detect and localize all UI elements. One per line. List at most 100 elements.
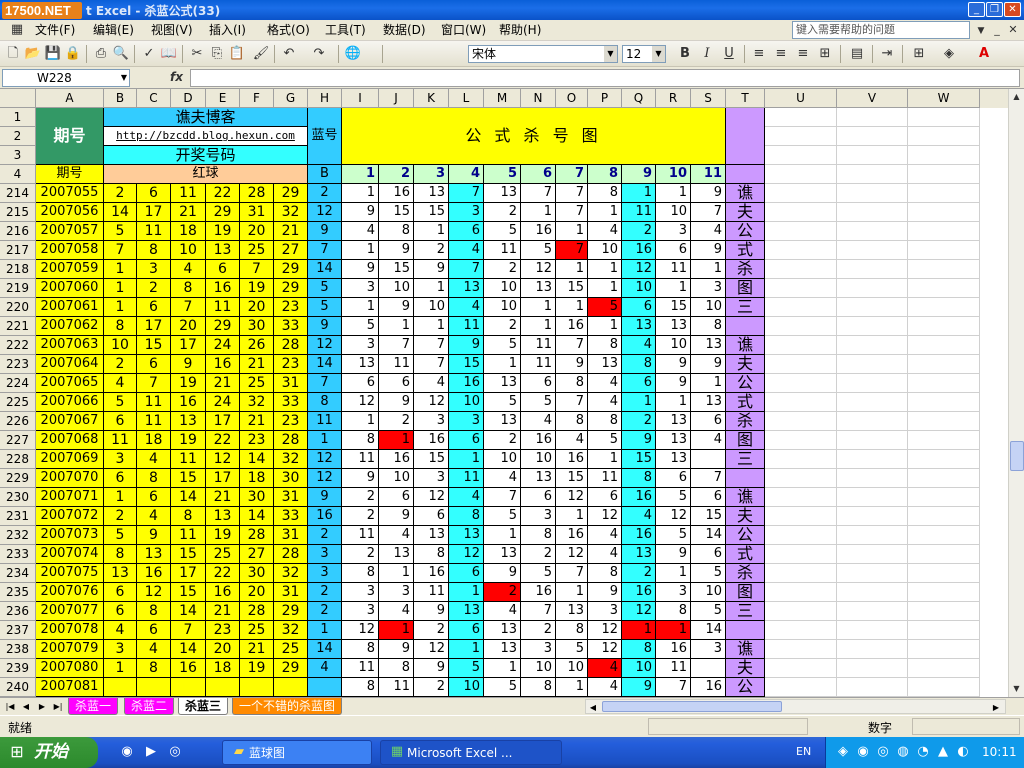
horizontal-scroll-thumb[interactable] <box>602 701 782 712</box>
empty-cell[interactable] <box>765 526 837 545</box>
red-ball-cell[interactable]: 29 <box>274 184 308 203</box>
formula-col-header[interactable]: 1 <box>342 165 379 184</box>
red-ball-cell[interactable] <box>240 678 274 697</box>
row-header[interactable]: 239 <box>0 659 36 678</box>
formula-cell[interactable]: 6 <box>449 222 484 241</box>
red-ball-cell[interactable]: 7 <box>104 241 137 260</box>
doc-close-button[interactable]: ✕ <box>1004 21 1022 39</box>
formula-cell[interactable]: 4 <box>556 431 588 450</box>
formula-cell[interactable]: 5 <box>691 564 726 583</box>
empty-cell[interactable] <box>837 526 908 545</box>
column-header-p[interactable]: P <box>588 89 622 108</box>
empty-cell[interactable] <box>765 355 837 374</box>
empty-cell[interactable] <box>908 260 980 279</box>
formula-cell[interactable]: 15 <box>656 298 691 317</box>
formula-cell[interactable]: 12 <box>556 545 588 564</box>
red-ball-cell[interactable]: 28 <box>274 336 308 355</box>
empty-cell[interactable] <box>837 279 908 298</box>
formula-cell[interactable]: 11 <box>342 526 379 545</box>
formula-cell[interactable]: 3 <box>691 640 726 659</box>
row-header[interactable]: 4 <box>0 165 36 184</box>
formula-cell[interactable]: 12 <box>342 393 379 412</box>
red-ball-cell[interactable]: 9 <box>171 355 206 374</box>
formula-cell[interactable]: 7 <box>484 488 521 507</box>
empty-cell[interactable] <box>908 431 980 450</box>
empty-cell[interactable] <box>837 355 908 374</box>
tray-icon[interactable]: ▲ <box>934 743 952 761</box>
red-ball-cell[interactable] <box>274 678 308 697</box>
formula-cell[interactable]: 11 <box>449 317 484 336</box>
red-ball-cell[interactable]: 14 <box>171 640 206 659</box>
period-header[interactable]: 期号 <box>36 108 104 165</box>
red-ball-cell[interactable]: 20 <box>240 222 274 241</box>
formula-title[interactable]: 公 式 杀 号 图 <box>342 108 726 165</box>
empty-cell[interactable] <box>765 260 837 279</box>
formula-cell[interactable]: 12 <box>588 507 622 526</box>
media-icon[interactable]: ▶ <box>142 743 160 761</box>
formula-cell[interactable]: 3 <box>588 602 622 621</box>
scroll-up-icon[interactable]: ▲ <box>1009 89 1024 104</box>
formula-cell[interactable]: 16 <box>379 450 414 469</box>
empty-cell[interactable] <box>765 564 837 583</box>
formula-cell[interactable]: 8 <box>342 564 379 583</box>
formula-cell[interactable]: 9 <box>691 355 726 374</box>
formula-col-header[interactable]: 2 <box>379 165 414 184</box>
blue-ball-cell[interactable]: 5 <box>308 279 342 298</box>
row-header[interactable]: 217 <box>0 241 36 260</box>
tray-icon[interactable]: ◍ <box>894 743 912 761</box>
red-ball-cell[interactable]: 30 <box>240 488 274 507</box>
red-ball-cell[interactable]: 15 <box>171 583 206 602</box>
vertical-scroll-thumb[interactable] <box>1010 441 1024 471</box>
formula-cell[interactable]: 10 <box>622 279 656 298</box>
row-header[interactable]: 220 <box>0 298 36 317</box>
period-cell[interactable]: 2007074 <box>36 545 104 564</box>
red-ball-cell[interactable] <box>171 678 206 697</box>
formula-cell[interactable]: 16 <box>556 450 588 469</box>
menu-view[interactable]: 视图(V) <box>148 22 196 38</box>
formula-cell[interactable]: 8 <box>588 564 622 583</box>
empty-cell[interactable] <box>837 127 908 146</box>
vertical-label-cell[interactable]: 图 <box>726 279 765 298</box>
column-header-j[interactable]: J <box>379 89 414 108</box>
formula-cell[interactable]: 10 <box>521 659 556 678</box>
formula-cell[interactable]: 1 <box>521 203 556 222</box>
red-ball-cell[interactable] <box>104 678 137 697</box>
vertical-label-cell[interactable]: 杀 <box>726 412 765 431</box>
row-header[interactable]: 2 <box>0 127 36 146</box>
red-ball-cell[interactable]: 31 <box>240 203 274 222</box>
formula-cell[interactable]: 1 <box>656 393 691 412</box>
formula-cell[interactable]: 6 <box>691 488 726 507</box>
red-ball-cell[interactable]: 28 <box>240 184 274 203</box>
red-ball-cell[interactable]: 8 <box>171 507 206 526</box>
formula-cell[interactable]: 1 <box>656 184 691 203</box>
formula-cell[interactable]: 7 <box>556 393 588 412</box>
formula-cell[interactable]: 16 <box>449 374 484 393</box>
menu-file[interactable]: 文件(F) <box>32 22 78 38</box>
formula-cell[interactable]: 14 <box>691 621 726 640</box>
blue-ball-cell[interactable]: 12 <box>308 469 342 488</box>
italic-button[interactable]: I <box>698 45 716 63</box>
formula-cell[interactable]: 15 <box>556 469 588 488</box>
formula-cell[interactable]: 6 <box>342 374 379 393</box>
vertical-label-cell[interactable]: 三 <box>726 450 765 469</box>
formula-cell[interactable]: 7 <box>691 203 726 222</box>
period-cell[interactable]: 2007064 <box>36 355 104 374</box>
red-ball-cell[interactable]: 31 <box>274 374 308 393</box>
formula-cell[interactable]: 15 <box>622 450 656 469</box>
column-header-c[interactable]: C <box>137 89 171 108</box>
empty-cell[interactable] <box>908 640 980 659</box>
formula-cell[interactable]: 4 <box>449 298 484 317</box>
row-header[interactable]: 232 <box>0 526 36 545</box>
formula-cell[interactable]: 2 <box>521 621 556 640</box>
red-ball-cell[interactable]: 14 <box>171 602 206 621</box>
empty-cell[interactable] <box>837 108 908 127</box>
formula-cell[interactable]: 9 <box>656 374 691 393</box>
formula-cell[interactable]: 13 <box>484 412 521 431</box>
empty-cell[interactable] <box>837 545 908 564</box>
permission-icon[interactable]: 🔒 <box>64 45 82 63</box>
formula-cell[interactable]: 2 <box>414 241 449 260</box>
formula-cell[interactable]: 3 <box>379 583 414 602</box>
blue-ball-cell[interactable]: 12 <box>308 203 342 222</box>
blue-ball-cell[interactable]: 2 <box>308 526 342 545</box>
empty-cell[interactable] <box>908 184 980 203</box>
